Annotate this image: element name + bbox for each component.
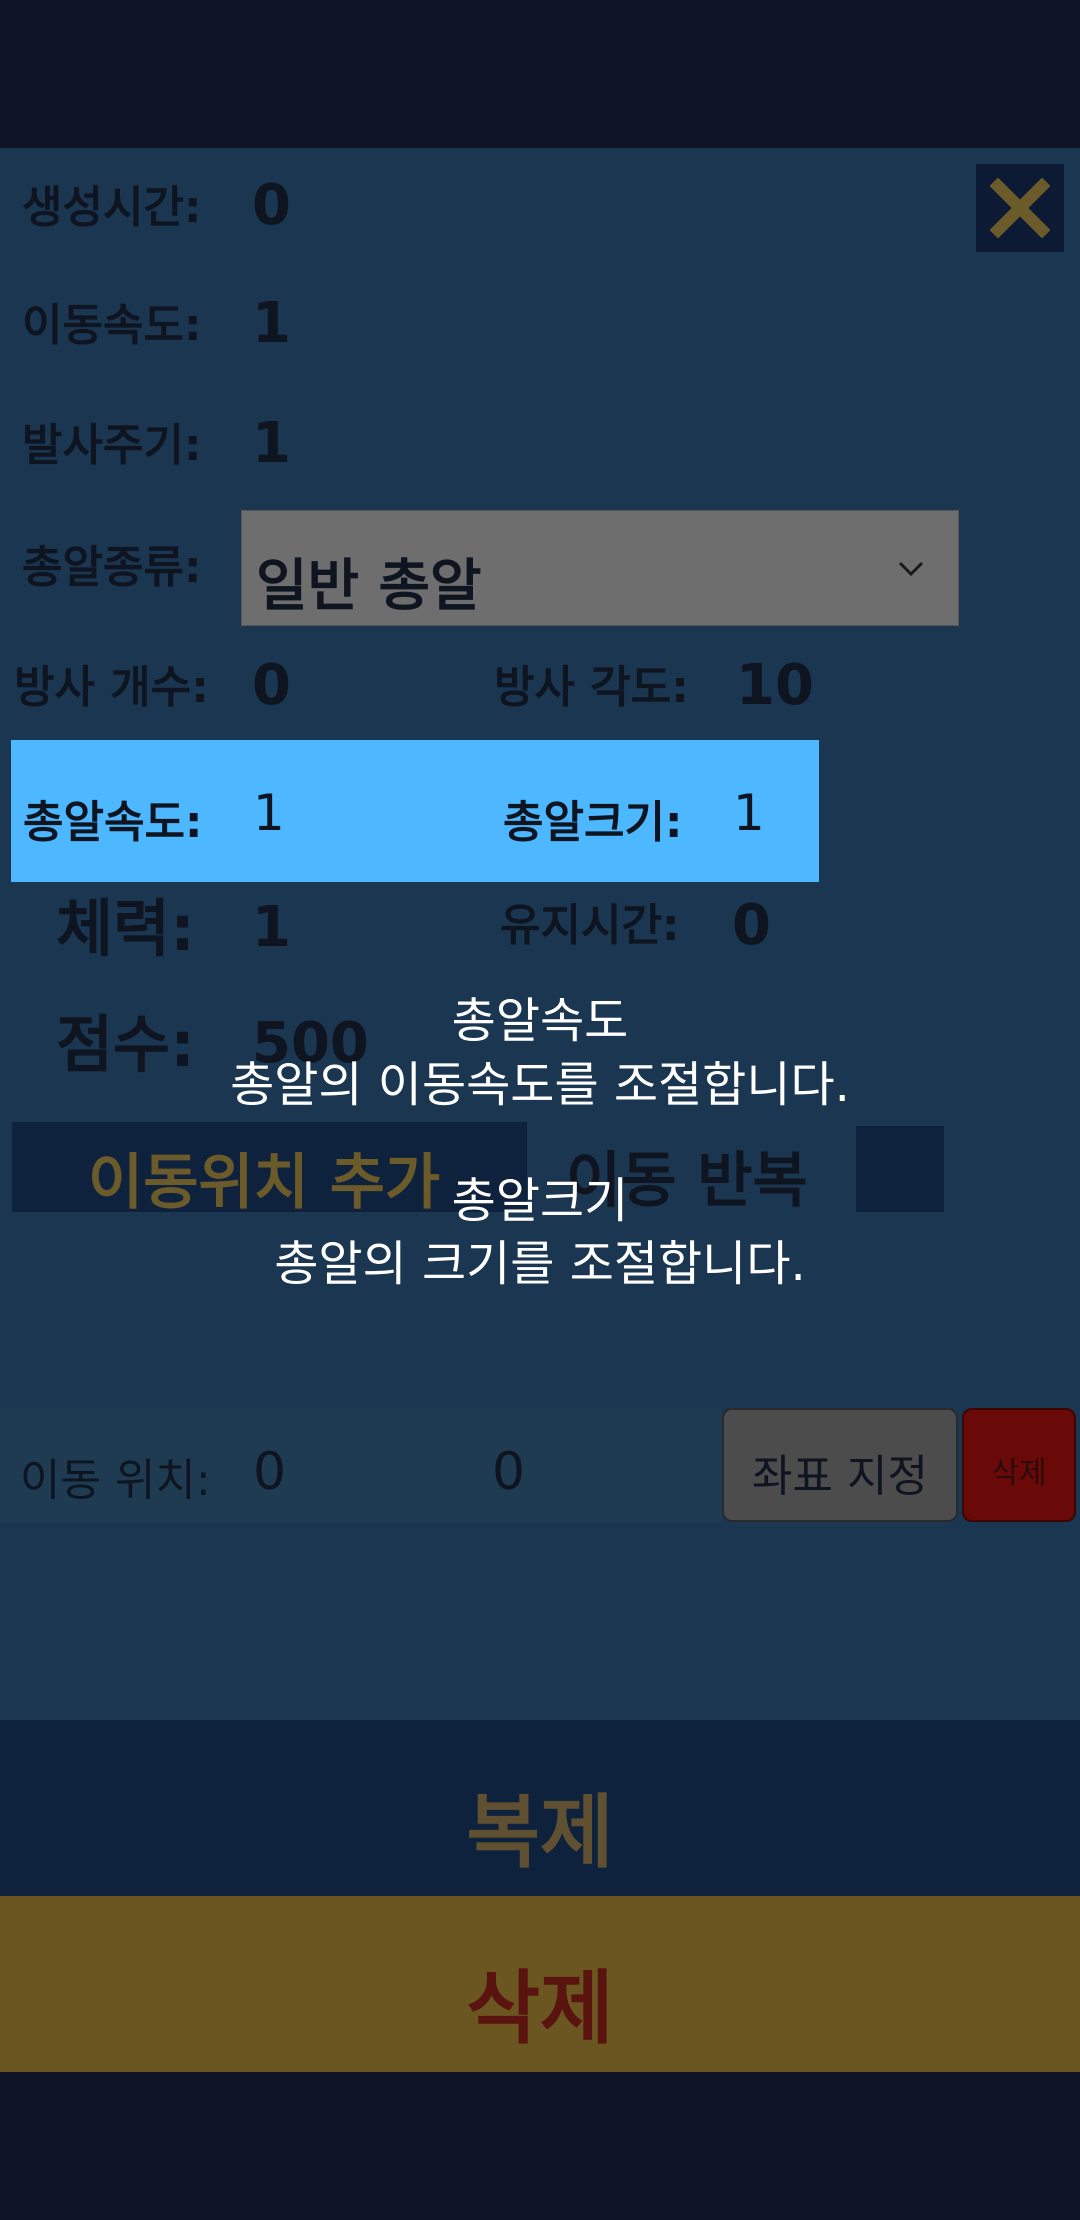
hp-value[interactable]: 1	[252, 900, 291, 956]
move-speed-label: 이동속도:	[22, 300, 202, 351]
bullet-size-label: 총알크기:	[503, 797, 683, 848]
duplicate-button[interactable]: 복제	[0, 1720, 1080, 1896]
close-icon	[990, 178, 1050, 238]
duration-value[interactable]: 0	[732, 898, 771, 954]
tooltip-desc-size: 총알의 크기를 조절합니다.	[274, 1236, 806, 1293]
delete-position-label: 삭제	[991, 1456, 1047, 1491]
tooltip-desc-speed: 총알의 이동속도를 조절합니다.	[230, 1056, 850, 1113]
bullet-settings-highlight: 총알속도: 1 총알크기: 1	[11, 740, 819, 882]
bullet-speed-value[interactable]: 1	[253, 784, 285, 842]
move-speed-value[interactable]: 1	[252, 296, 291, 352]
spawn-time-label: 생성시간:	[22, 182, 202, 233]
chevron-down-icon	[898, 561, 924, 577]
duration-label: 유지시간:	[500, 900, 680, 951]
delete-label: 삭제	[466, 1962, 614, 2055]
fire-angle-value[interactable]: 10	[736, 658, 814, 714]
top-bar	[0, 0, 1080, 148]
bullet-speed-label: 총알속도:	[23, 797, 203, 848]
move-position-x[interactable]: 0	[253, 1442, 286, 1502]
fire-count-value[interactable]: 0	[252, 658, 291, 714]
fire-count-label: 방사 개수:	[14, 662, 209, 713]
fire-period-value[interactable]: 1	[252, 416, 291, 472]
fire-period-label: 발사주기:	[22, 420, 202, 471]
tooltip-title-size: 총알크기	[451, 1172, 629, 1229]
move-position-label: 이동 위치:	[20, 1455, 211, 1506]
hp-label: 체력:	[56, 892, 195, 965]
spawn-time-value[interactable]: 0	[252, 178, 291, 234]
set-coordinate-label: 좌표 지정	[752, 1451, 928, 1502]
bullet-size-value[interactable]: 1	[733, 784, 765, 842]
set-coordinate-button[interactable]: 좌표 지정	[722, 1408, 958, 1522]
tooltip-title-speed: 총알속도	[451, 993, 629, 1049]
delete-button[interactable]: 삭제	[0, 1896, 1080, 2072]
close-button[interactable]	[976, 164, 1064, 252]
bullet-type-value: 일반 총알	[256, 554, 482, 619]
help-tooltip: 총알속도 총알의 이동속도를 조절합니다. 총알크기 총알의 크기를 조절합니다…	[0, 990, 1080, 1297]
fire-angle-label: 방사 각도:	[494, 662, 689, 713]
bullet-type-label: 총알종류:	[22, 542, 202, 593]
delete-position-button[interactable]: 삭제	[962, 1408, 1076, 1522]
move-position-y[interactable]: 0	[492, 1442, 525, 1502]
duplicate-label: 복제	[466, 1786, 614, 1879]
bullet-type-select[interactable]: 일반 총알	[241, 510, 959, 626]
move-position-row: 이동 위치: 0 0	[0, 1408, 722, 1522]
